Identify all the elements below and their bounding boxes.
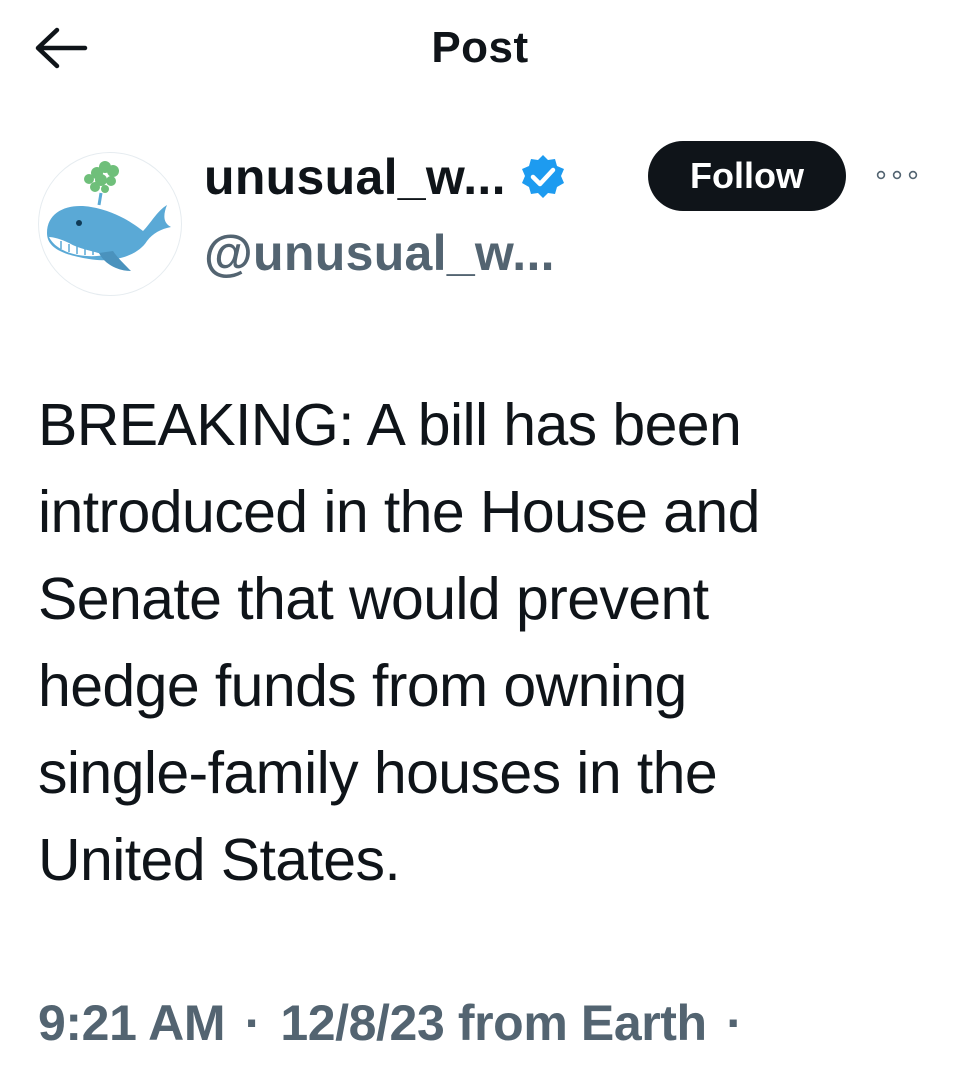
meta-separator: · (244, 995, 262, 1051)
more-dots-icon (876, 170, 918, 180)
user-handle[interactable]: @unusual_w... (204, 224, 555, 282)
post-date[interactable]: 12/8/23 (280, 995, 444, 1051)
more-options-button[interactable] (872, 160, 922, 190)
author-header: unusual_w... @unusual_w... Follow (0, 130, 960, 310)
verified-badge-icon[interactable] (518, 152, 568, 202)
avatar[interactable] (38, 152, 182, 296)
display-name[interactable]: unusual_w... (204, 148, 506, 206)
post-meta: 9:21 AM · 12/8/23 from Earth · (38, 990, 748, 1056)
meta-separator-trailing: · (726, 995, 743, 1051)
follow-button[interactable]: Follow (648, 141, 846, 211)
post-text: BREAKING: A bill has been introduced in … (38, 392, 760, 893)
page-title: Post (431, 23, 529, 72)
top-bar: Post (0, 0, 960, 100)
post-time[interactable]: 9:21 AM (38, 995, 225, 1051)
whale-avatar-icon (47, 161, 171, 271)
display-name-row: unusual_w... (204, 148, 568, 206)
post-source: from Earth (457, 995, 707, 1051)
